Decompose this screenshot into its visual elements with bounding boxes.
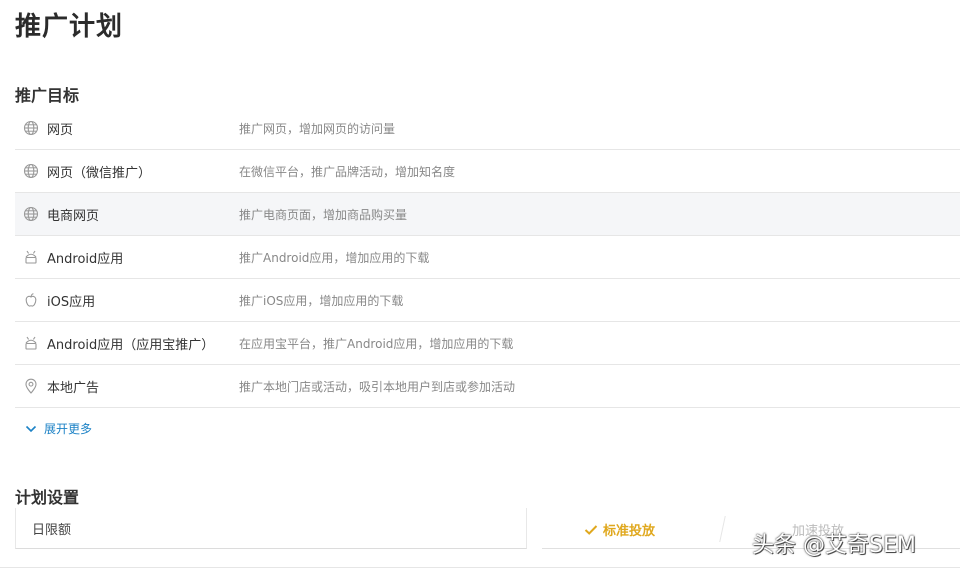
goal-item-desc: 推广本地门店或活动，吸引本地用户到店或参加活动: [239, 379, 516, 394]
android-icon: [22, 248, 40, 266]
goal-item-webpage-wechat[interactable]: 网页（微信推广） 在微信平台，推广品牌活动，增加知名度: [15, 150, 960, 193]
page: 推广计划 推广目标 网页 推广网页，增加网页的访问量 网页（微信推广） 在微信平…: [0, 0, 960, 570]
page-title: 推广计划: [15, 12, 124, 42]
goal-item-local-ad[interactable]: 本地广告 推广本地门店或活动，吸引本地用户到店或参加活动: [15, 365, 960, 408]
goal-item-desc: 在应用宝平台，推广Android应用，增加应用的下载: [239, 336, 514, 351]
goal-item-desc: 推广Android应用，增加应用的下载: [239, 250, 430, 265]
section-title-plan-settings: 计划设置: [15, 488, 80, 507]
goal-item-android-app-yingyongbao[interactable]: Android应用（应用宝推广） 在应用宝平台，推广Android应用，增加应用…: [15, 322, 960, 365]
chevron-down-icon: [25, 425, 37, 433]
delivery-standard-option[interactable]: 标准投放: [584, 520, 655, 539]
goal-item-name: 本地广告: [47, 380, 100, 396]
goal-item-ecommerce-webpage[interactable]: 电商网页 推广电商页面，增加商品购买量: [15, 193, 960, 236]
daily-budget-label: 日限额: [32, 522, 72, 538]
goal-item-android-app[interactable]: Android应用 推广Android应用，增加应用的下载: [15, 236, 960, 279]
globe-icon: [22, 162, 40, 180]
globe-icon: [22, 119, 40, 137]
location-pin-icon: [22, 377, 40, 395]
delivery-divider: [719, 516, 726, 542]
goal-item-desc: 在微信平台，推广品牌活动，增加知名度: [239, 164, 456, 179]
section-title-goal: 推广目标: [15, 86, 80, 105]
goal-item-name: 网页（微信推广）: [47, 165, 152, 181]
bottom-divider: [0, 567, 960, 568]
delivery-standard-label: 标准投放: [603, 524, 656, 539]
goal-item-desc: 推广电商页面，增加商品购买量: [239, 207, 408, 222]
goal-list: 网页 推广网页，增加网页的访问量 网页（微信推广） 在微信平台，推广品牌活动，增…: [15, 107, 960, 408]
goal-item-desc: 推广网页，增加网页的访问量: [239, 121, 396, 136]
daily-budget-field[interactable]: 日限额: [15, 508, 527, 549]
globe-icon: [22, 205, 40, 223]
goal-item-name: iOS应用: [47, 294, 96, 310]
goal-item-webpage[interactable]: 网页 推广网页，增加网页的访问量: [15, 107, 960, 150]
watermark: 头条 @艾奇SEM: [752, 533, 916, 558]
goal-item-ios-app[interactable]: iOS应用 推广iOS应用，增加应用的下载: [15, 279, 960, 322]
goal-item-desc: 推广iOS应用，增加应用的下载: [239, 293, 404, 308]
apple-icon: [22, 291, 40, 309]
goal-item-name: Android应用（应用宝推广）: [47, 337, 215, 353]
goal-item-name: 网页: [47, 122, 74, 138]
expand-more-link[interactable]: 展开更多: [25, 420, 92, 437]
goal-item-name: Android应用: [47, 251, 124, 267]
check-icon: [584, 524, 598, 536]
android-icon: [22, 334, 40, 352]
goal-item-name: 电商网页: [47, 208, 100, 224]
expand-more-label: 展开更多: [44, 422, 93, 436]
